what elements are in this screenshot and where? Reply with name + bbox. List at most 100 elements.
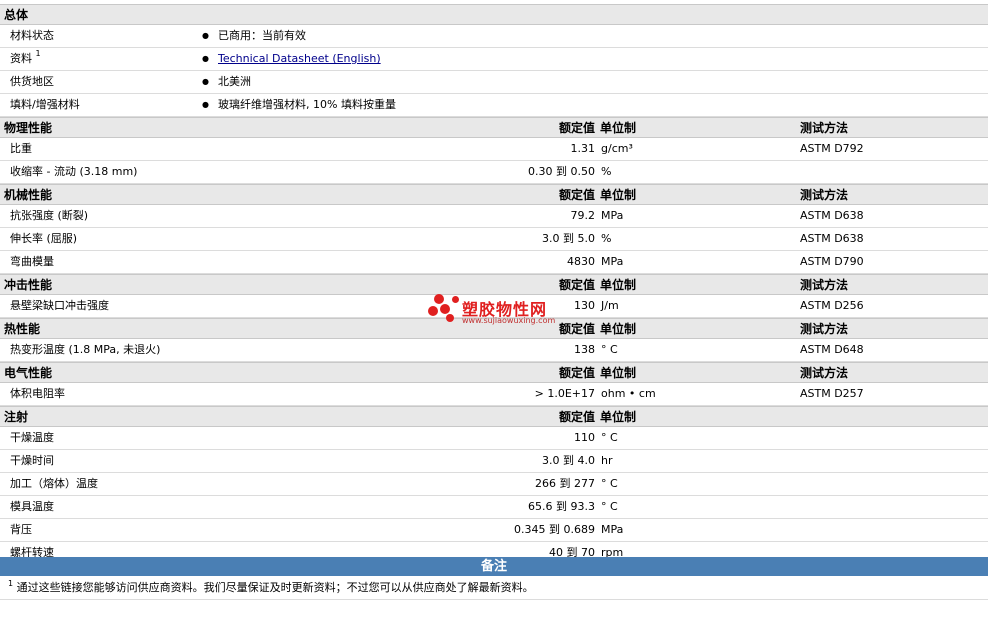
nominal-value: 138	[574, 343, 595, 356]
unit-value: g/cm³	[601, 142, 633, 155]
watermark-logo: 塑胶物性网 www.sujiaowuxing.com	[428, 292, 568, 332]
bullet-icon: ●	[202, 31, 209, 40]
section-title: 注射	[4, 410, 29, 424]
table-row: 背压 0.345 到 0.689 MPa	[0, 519, 988, 542]
section-title: 冲击性能	[4, 278, 53, 292]
property-label-text: 填料/增强材料	[10, 98, 80, 111]
property-value: 北美洲	[218, 75, 251, 88]
nominal-value: 0.345 到 0.689	[514, 523, 595, 536]
datasheet-link-cell: Technical Datasheet (English)	[218, 48, 381, 70]
property-label: 伸长率 (屈服)	[10, 232, 78, 245]
section-header: 注射 额定值 单位制	[0, 406, 988, 427]
unit-value: %	[601, 232, 612, 245]
test-method: ASTM D256	[800, 299, 864, 312]
unit-value: MPa	[601, 523, 624, 536]
notes-title: 备注	[480, 559, 507, 574]
table-row: 弯曲模量 4830 MPa ASTM D790	[0, 251, 988, 274]
property-label-text: 供货地区	[10, 75, 54, 88]
unit-value: hr	[601, 454, 613, 467]
technical-datasheet-link[interactable]: Technical Datasheet (English)	[218, 52, 381, 65]
property-label: 加工（熔体）温度	[10, 477, 98, 490]
unit-value: ° C	[601, 477, 618, 490]
footnote-text: 通过这些链接您能够访问供应商资料。我们尽量保证及时更新资料；不过您可以从供应商处…	[16, 581, 534, 594]
table-row: 材料状态 ● 已商用：当前有效	[0, 25, 988, 48]
watermark-url: www.sujiaowuxing.com	[462, 316, 556, 325]
table-row: 收缩率 - 流动 (3.18 mm) 0.30 到 0.50%	[0, 161, 988, 184]
unit-value: ° C	[601, 500, 618, 513]
bullet-icon: ●	[202, 100, 209, 109]
footnote: 1 通过这些链接您能够访问供应商资料。我们尽量保证及时更新资料；不过您可以从供应…	[8, 578, 534, 598]
method-header: 测试方法	[800, 322, 849, 336]
property-label-text: 资料	[10, 52, 32, 65]
nominal-value: > 1.0E+17	[534, 387, 595, 400]
property-label: 资料 1	[10, 48, 41, 70]
nominal-value: 4830	[567, 255, 595, 268]
nominal-value: 110	[574, 431, 595, 444]
table-row: 比重 1.31 g/cm³ ASTM D792	[0, 138, 988, 161]
nominal-value: 0.30 到 0.50	[528, 165, 595, 178]
method-header: 测试方法	[800, 366, 849, 380]
nominal-header: 额定值	[558, 121, 595, 135]
property-label: 热变形温度 (1.8 MPa, 未退火)	[10, 343, 161, 356]
unit-value: %	[601, 165, 612, 178]
section-title: 总体	[4, 8, 29, 22]
nominal-value: 3.0 到 5.0	[542, 232, 595, 245]
method-header: 测试方法	[800, 188, 849, 202]
property-label: 抗张强度 (断裂)	[10, 209, 89, 222]
table-row: 填料/增强材料 ● 玻璃纤维增强材料, 10% 填料按重量	[0, 94, 988, 117]
unit-header: 单位制	[600, 188, 637, 202]
property-label: 材料状态	[10, 25, 54, 47]
watermark-dots-icon	[428, 292, 462, 328]
unit-value: MPa	[601, 209, 624, 222]
footnote-marker: 1	[35, 49, 41, 58]
test-method: ASTM D648	[800, 343, 864, 356]
nominal-header: 额定值	[558, 410, 595, 424]
section-header-general: 总体	[0, 4, 988, 25]
table-row: 供货地区 ● 北美洲	[0, 71, 988, 94]
unit-header: 单位制	[600, 410, 637, 424]
nominal-header: 额定值	[558, 188, 595, 202]
property-label: 填料/增强材料	[10, 94, 80, 116]
property-label: 供货地区	[10, 71, 54, 93]
property-label: 干燥时间	[10, 454, 54, 467]
section-header: 机械性能 额定值 单位制 测试方法	[0, 184, 988, 205]
property-label: 干燥温度	[10, 431, 54, 444]
property-label: 悬壁梁缺口冲击强度	[10, 299, 109, 312]
table-row: 抗张强度 (断裂) 79.2 MPa ASTM D638	[0, 205, 988, 228]
property-label: 收缩率 - 流动 (3.18 mm)	[10, 165, 138, 178]
footer-divider	[0, 599, 988, 600]
method-header: 测试方法	[800, 121, 849, 135]
nominal-value: 79.2	[570, 209, 596, 222]
test-method: ASTM D638	[800, 209, 864, 222]
bullet-icon: ●	[202, 54, 209, 63]
method-header: 测试方法	[800, 278, 849, 292]
section-title: 热性能	[4, 322, 41, 336]
property-label: 背压	[10, 523, 32, 536]
test-method: ASTM D257	[800, 387, 864, 400]
table-row: 资料 1 ● Technical Datasheet (English)	[0, 48, 988, 71]
section-title: 机械性能	[4, 188, 53, 202]
section-title: 电气性能	[4, 366, 53, 380]
property-label: 弯曲模量	[10, 255, 54, 268]
unit-value: ° C	[601, 431, 618, 444]
unit-header: 单位制	[600, 322, 637, 336]
property-value: 玻璃纤维增强材料, 10% 填料按重量	[218, 98, 396, 111]
bullet-icon: ●	[202, 77, 209, 86]
nominal-value: 266 到 277	[535, 477, 595, 490]
nominal-value: 65.6 到 93.3	[528, 500, 595, 513]
test-method: ASTM D638	[800, 232, 864, 245]
property-label: 比重	[10, 142, 32, 155]
unit-value: MPa	[601, 255, 624, 268]
nominal-value: 130	[574, 299, 595, 312]
nominal-value: 3.0 到 4.0	[542, 454, 595, 467]
table-row: 干燥温度 110 ° C	[0, 427, 988, 450]
table-row: 模具温度 65.6 到 93.3 ° C	[0, 496, 988, 519]
property-value: 已商用：当前有效	[218, 29, 306, 42]
table-row: 体积电阻率 > 1.0E+17 ohm • cm ASTM D257	[0, 383, 988, 406]
property-label-text: 材料状态	[10, 29, 54, 42]
nominal-header: 额定值	[558, 366, 595, 380]
unit-header: 单位制	[600, 278, 637, 292]
table-row: 加工（熔体）温度 266 到 277 ° C	[0, 473, 988, 496]
test-method: ASTM D790	[800, 255, 864, 268]
table-row: 热变形温度 (1.8 MPa, 未退火) 138 ° C ASTM D648	[0, 339, 988, 362]
